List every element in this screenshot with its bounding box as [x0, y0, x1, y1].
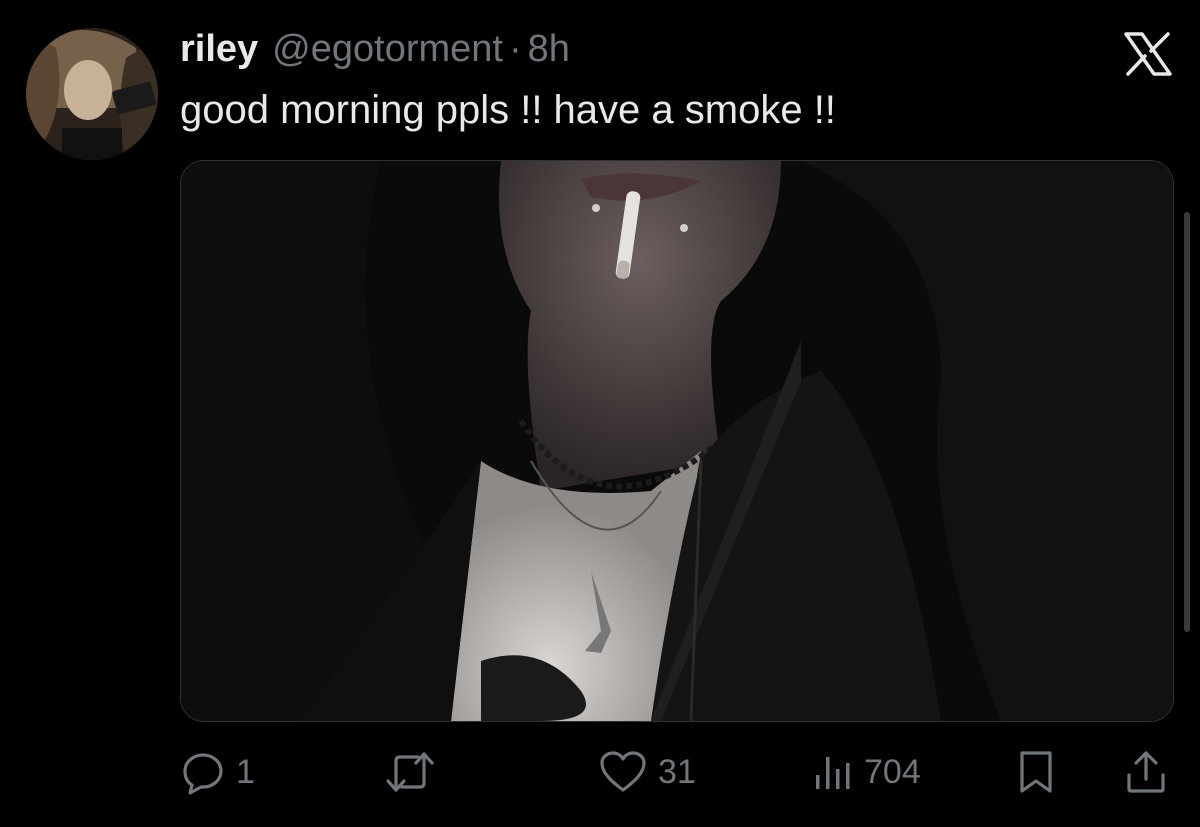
tweet-header: riley @egotorment · 8h [180, 28, 570, 76]
share-button[interactable] [1124, 742, 1168, 802]
analytics-icon [816, 757, 850, 789]
retweet-icon [386, 752, 434, 792]
views-count: 704 [864, 752, 921, 791]
like-button[interactable]: 31 [598, 742, 696, 802]
avatar[interactable] [26, 28, 158, 160]
tweet: riley @egotorment · 8h good morning ppls… [0, 0, 1200, 827]
share-icon [1127, 751, 1165, 793]
tweet-text: good morning ppls !! have a smoke !! [180, 88, 836, 132]
avatar-image [26, 28, 158, 160]
tweet-photo[interactable] [180, 160, 1174, 722]
user-handle[interactable]: @egotorment [272, 28, 503, 71]
heart-icon [600, 751, 646, 792]
like-count: 31 [658, 752, 696, 791]
bookmark-icon [1020, 751, 1052, 793]
views-button[interactable]: 704 [810, 742, 921, 802]
display-name[interactable]: riley [180, 28, 258, 71]
reply-count: 1 [236, 752, 255, 791]
scrollbar[interactable] [1184, 212, 1190, 632]
action-bar: 1 31 704 [180, 742, 1172, 802]
reply-icon [183, 753, 223, 795]
reply-button[interactable]: 1 [180, 742, 255, 802]
bookmark-button[interactable] [1016, 742, 1056, 802]
timestamp[interactable]: 8h [528, 28, 570, 71]
retweet-button[interactable] [384, 742, 446, 802]
x-logo-icon[interactable] [1124, 32, 1172, 76]
separator-dot: · [508, 28, 522, 70]
photo-image [181, 161, 1173, 721]
